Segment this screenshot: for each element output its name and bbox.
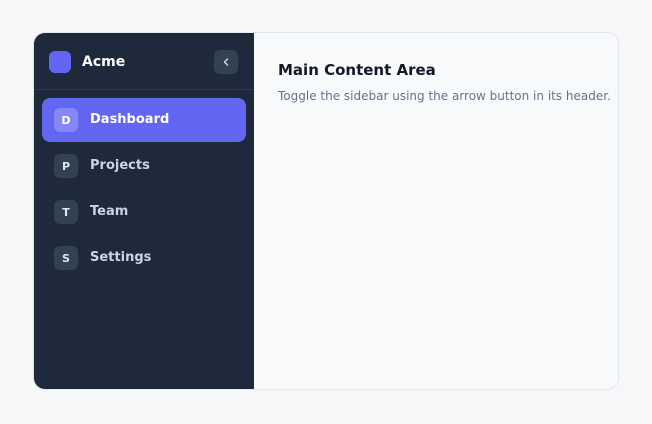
sidebar-item-team[interactable]: T Team <box>42 190 246 234</box>
sidebar-item-projects[interactable]: P Projects <box>42 144 246 188</box>
app-frame: Acme D Dashboard P Projects T Team S Set… <box>33 32 619 390</box>
sidebar-item-label: Dashboard <box>90 112 170 127</box>
collapse-sidebar-button[interactable] <box>214 50 238 74</box>
sidebar-item-settings[interactable]: S Settings <box>42 236 246 280</box>
main-content: Main Content Area Toggle the sidebar usi… <box>254 33 618 389</box>
sidebar-header: Acme <box>34 33 254 90</box>
sidebar-nav: D Dashboard P Projects T Team S Settings <box>42 98 246 282</box>
sidebar: Acme D Dashboard P Projects T Team S Set… <box>34 33 254 389</box>
nav-badge-icon: T <box>54 200 78 224</box>
sidebar-item-label: Settings <box>90 250 152 265</box>
page-title: Main Content Area <box>278 61 436 79</box>
sidebar-item-dashboard[interactable]: D Dashboard <box>42 98 246 142</box>
sidebar-item-label: Projects <box>90 158 150 173</box>
chevron-left-icon <box>223 58 229 66</box>
nav-badge-icon: P <box>54 154 78 178</box>
sidebar-item-label: Team <box>90 204 129 219</box>
brand-name: Acme <box>82 54 126 70</box>
logo-icon <box>49 51 71 73</box>
page-description: Toggle the sidebar using the arrow butto… <box>278 89 611 103</box>
nav-badge-icon: D <box>54 108 78 132</box>
nav-badge-icon: S <box>54 246 78 270</box>
